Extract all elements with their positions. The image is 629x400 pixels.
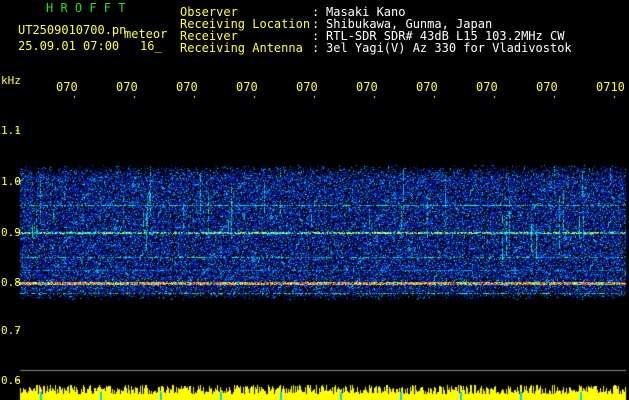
- index-label: 16_: [140, 39, 162, 53]
- x-tick-label: 070: [236, 80, 258, 94]
- x-tick-label: 070: [416, 80, 438, 94]
- timestamp: 25.09.01 07:00: [18, 39, 120, 53]
- colon-antenna: :: [312, 41, 320, 55]
- field-value-antenna: 3el Yagi(V) Az 330 for Vladivostok: [326, 41, 572, 55]
- x-tick-label: 070: [476, 80, 498, 94]
- filename: UT2509010700.pn: [18, 23, 127, 37]
- field-label-antenna: Receiving Antenna: [180, 41, 303, 55]
- x-tick-label: 070: [296, 80, 318, 94]
- brand-title: H R O F F T: [46, 1, 126, 15]
- x-tick-label: 0710: [596, 80, 625, 94]
- spectrogram-canvas: [0, 0, 629, 400]
- y-tick-label: 1.1: [1, 124, 21, 137]
- y-tick-label: 0.9: [1, 226, 21, 239]
- x-tick-label: 070: [116, 80, 138, 94]
- x-tick-label: 070: [176, 80, 198, 94]
- y-tick-label: 0.6: [1, 374, 21, 387]
- y-tick-label: 0.7: [1, 324, 21, 337]
- axis-unit-label: kHz: [1, 74, 21, 87]
- x-tick-label: 070: [356, 80, 378, 94]
- x-tick-label: 070: [56, 80, 78, 94]
- y-tick-label: 0.8: [1, 276, 21, 289]
- y-tick-label: 1.0: [1, 175, 21, 188]
- x-tick-label: 070: [536, 80, 558, 94]
